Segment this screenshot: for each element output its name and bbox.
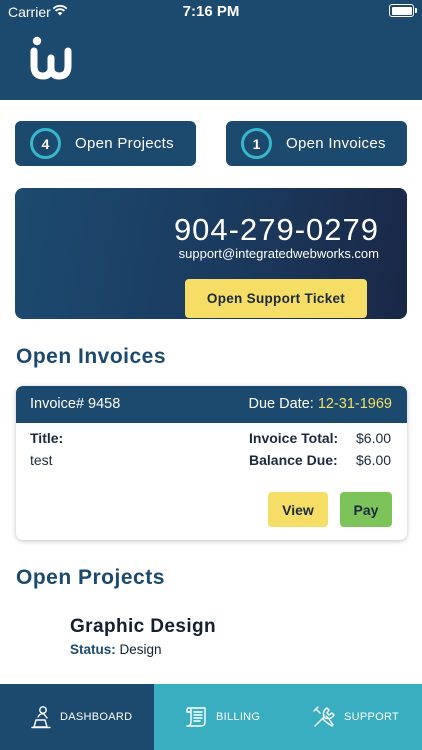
due-date-value: 12-31-1969 [317,396,392,412]
open-projects-label: Open Projects [75,135,174,152]
open-invoices-heading: Open Invoices [16,345,167,368]
open-projects-button[interactable]: 4 Open Projects [15,121,196,166]
project-status-value: Design [119,642,162,657]
invoice-card-header: Invoice# 9458 Due Date: 12-31-1969 [16,386,407,423]
project-name[interactable]: Graphic Design [70,616,216,638]
app-header: Carrier 7:16 PM [0,0,422,100]
status-bar: Carrier 7:16 PM [0,0,422,24]
invoice-title-value: test [30,452,53,468]
open-projects-heading: Open Projects [16,566,165,589]
invoice-number: Invoice# 9458 [30,396,121,412]
tab-support-label: SUPPORT [344,711,400,723]
support-email[interactable]: support@integratedwebworks.com [179,246,379,261]
billing-icon [186,707,206,727]
invoice-total-label: Invoice Total: [249,430,339,446]
pay-invoice-button[interactable]: Pay [340,492,392,527]
open-projects-count: 4 [30,128,61,159]
support-phone[interactable]: 904-279-0279 [174,212,379,248]
support-icon [313,706,335,727]
project-status-label: Status: [70,642,116,657]
tab-bar: DASHBOARD BILLING SUPPORT [0,684,422,750]
view-invoice-button[interactable]: View [268,492,328,527]
open-support-ticket-button[interactable]: Open Support Ticket [185,279,367,318]
balance-due-value: $6.00 [356,452,392,468]
dashboard-icon [31,706,51,729]
invoice-card: Invoice# 9458 Due Date: 12-31-1969 Title… [16,386,407,540]
support-card: 904-279-0279 support@integratedwebworks.… [15,188,407,319]
tab-support[interactable]: SUPPORT [288,684,422,750]
open-invoices-button[interactable]: 1 Open Invoices [226,121,407,166]
balance-due-label: Balance Due: [249,452,338,468]
due-date-label: Due Date: [248,396,314,412]
clock: 7:16 PM [182,3,240,20]
invoice-total-value: $6.00 [356,430,392,446]
tab-billing[interactable]: BILLING [154,684,288,750]
battery-icon [389,4,417,17]
tab-dashboard-label: DASHBOARD [60,711,133,723]
open-invoices-label: Open Invoices [286,135,386,152]
brand-logo [30,36,72,80]
invoice-due: Due Date: 12-31-1969 [249,396,393,412]
tab-dashboard[interactable]: DASHBOARD [0,684,154,750]
invoice-title-label: Title: [30,430,64,446]
tab-billing-label: BILLING [216,711,261,723]
project-status: Status: Design [70,642,162,657]
open-invoices-count: 1 [241,128,272,159]
